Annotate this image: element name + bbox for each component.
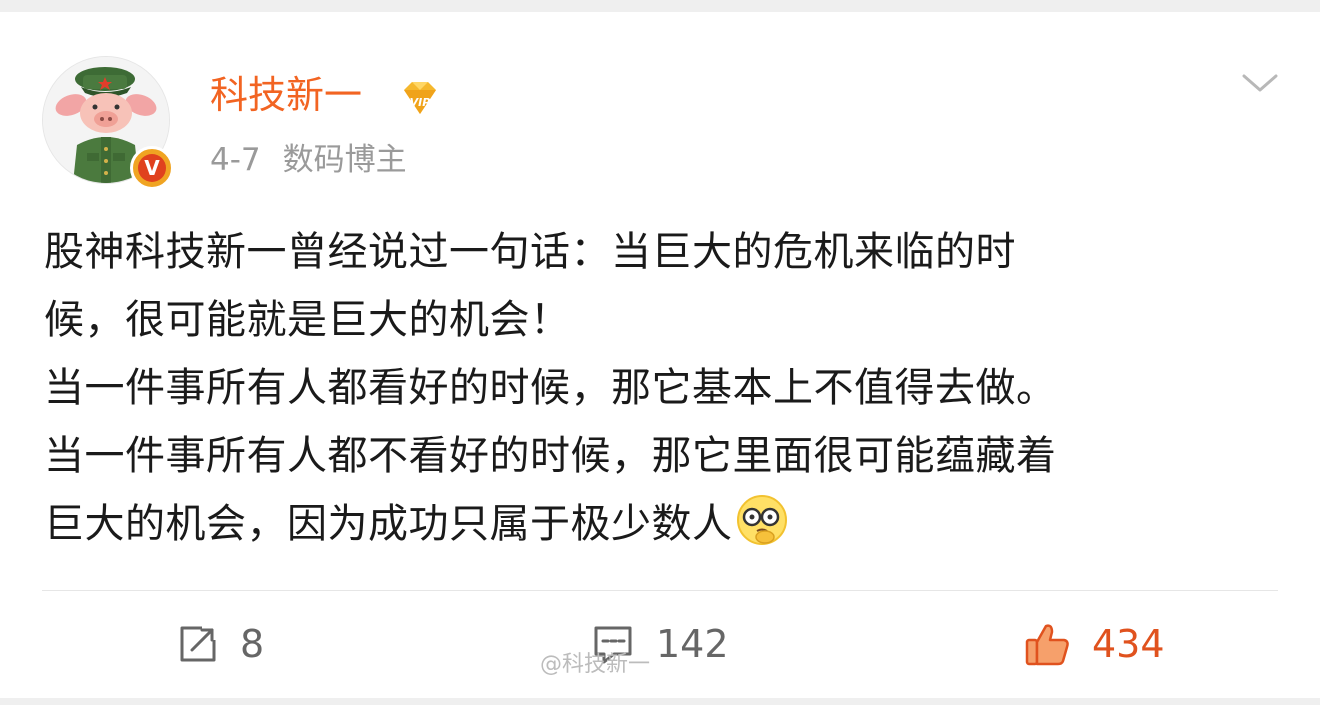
watermark-text: @科技新一 xyxy=(540,652,651,677)
top-separator-strip xyxy=(0,0,1320,12)
post-text-line: 候，很可能就是巨大的机会！ xyxy=(44,297,571,343)
post-date: 4-7 xyxy=(210,142,261,178)
chevron-down-icon[interactable] xyxy=(1240,68,1280,98)
like-button[interactable]: 434 xyxy=(1024,614,1165,674)
post-meta: 4-7 数码博主 xyxy=(210,140,407,180)
comment-count: 142 xyxy=(656,622,729,666)
action-bar-divider xyxy=(42,590,1278,591)
post-text-line: 股神科技新一曾经说过一句话：当巨大的危机来临的时 xyxy=(44,229,1016,275)
svg-text:VIP: VIP xyxy=(410,96,431,109)
repost-button[interactable]: 8 xyxy=(176,614,264,674)
post-text-line: 当一件事所有人都不看好的时候，那它里面很可能蕴藏着 xyxy=(44,433,1057,479)
thumbs-up-icon xyxy=(1025,624,1069,666)
like-count: 434 xyxy=(1092,622,1165,666)
verified-badge-letter: V xyxy=(138,154,166,182)
bottom-separator-strip xyxy=(0,698,1320,705)
post-text: 股神科技新一曾经说过一句话：当巨大的危机来临的时 候，很可能就是巨大的机会！ 当… xyxy=(44,218,1244,558)
post-text-last-line: 巨大的机会，因为成功只属于极少数人 xyxy=(44,490,1244,558)
vip-diamond-icon[interactable]: VIP xyxy=(398,76,442,120)
author-role: 数码博主 xyxy=(282,142,407,178)
thinking-face-emoji-icon xyxy=(736,495,787,545)
post-text-line: 巨大的机会，因为成功只属于极少数人 xyxy=(44,501,733,547)
repost-icon xyxy=(180,626,216,662)
username-link[interactable]: 科技新一 xyxy=(210,72,362,118)
post-text-line: 当一件事所有人都看好的时候，那它基本上不值得去做。 xyxy=(44,365,1057,411)
repost-count: 8 xyxy=(240,622,265,666)
verified-badge: V xyxy=(130,146,174,190)
